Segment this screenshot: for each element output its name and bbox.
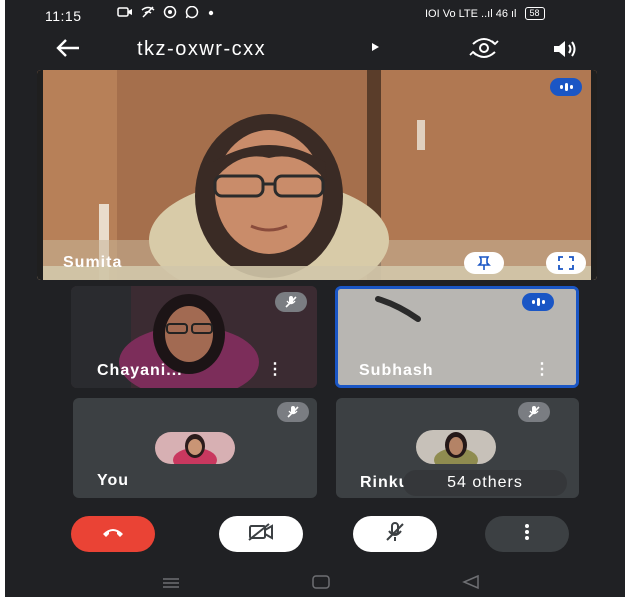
mic-off-icon [277, 402, 309, 422]
speaker-icon[interactable] [551, 37, 581, 61]
arrow-left-icon[interactable] [55, 34, 81, 65]
call-app-bar: tkz-oxwr-cxx [5, 30, 625, 68]
participant-name: Sumita [63, 254, 123, 271]
wifi-off-icon [141, 6, 155, 22]
menu-icon[interactable] [161, 576, 181, 594]
camera-icon [117, 6, 133, 22]
chat-icon [163, 5, 177, 22]
video-off-icon [247, 522, 275, 547]
participant-tile[interactable]: You [73, 398, 317, 498]
back-triangle-icon[interactable] [461, 574, 481, 595]
signal-indicators: IOI Vo LTE ..ıl 46 ıl [425, 7, 517, 20]
participant-name: Chayani... [97, 362, 183, 379]
avatar [155, 432, 235, 464]
notification-icons [117, 5, 215, 22]
main-video-tile[interactable]: Sumita [37, 70, 597, 280]
more-vert-icon[interactable]: ⋮ [267, 362, 283, 378]
participant-tile[interactable]: Subhash ⋮ [335, 286, 579, 388]
system-indicators: IOI Vo LTE ..ıl 46 ıl 58 [425, 7, 545, 20]
participant-tile[interactable]: Chayani... ⋮ [71, 286, 317, 388]
main-video-feed [37, 70, 597, 280]
others-count-chip[interactable]: 54 others [403, 470, 567, 496]
mic-off-icon [384, 521, 406, 548]
dot-icon [207, 6, 215, 22]
speaking-indicator-icon [522, 293, 554, 311]
mic-toggle-button[interactable] [353, 516, 437, 552]
more-vert-icon [524, 523, 530, 546]
home-icon[interactable] [311, 574, 331, 595]
participant-name: You [97, 472, 130, 489]
more-vert-icon[interactable]: ⋮ [534, 362, 550, 378]
phone-hangup-icon [101, 525, 125, 543]
system-nav-bar [5, 566, 625, 597]
camera-switch-icon[interactable] [467, 36, 501, 60]
mic-off-icon [518, 402, 550, 422]
camera-toggle-button[interactable] [219, 516, 303, 552]
end-call-button[interactable] [71, 516, 155, 552]
status-bar: 11:15 IOI Vo LTE ..ıl 46 ıl 58 [5, 0, 625, 30]
mic-off-icon [275, 292, 307, 312]
avatar [416, 430, 496, 464]
battery-icon: 58 [524, 7, 545, 20]
whatsapp-icon [185, 5, 199, 22]
pin-icon[interactable] [464, 252, 504, 274]
meeting-code[interactable]: tkz-oxwr-cxx [137, 38, 266, 61]
triangle-right-icon[interactable] [371, 42, 380, 55]
meet-call-screen: 11:15 IOI Vo LTE ..ıl 46 ıl 58 tkz-oxwr-… [5, 0, 625, 597]
participant-name: Subhash [359, 362, 434, 379]
more-options-button[interactable] [485, 516, 569, 552]
status-time: 11:15 [45, 8, 82, 24]
speaking-indicator-icon [550, 78, 582, 96]
fullscreen-icon[interactable] [546, 252, 586, 274]
